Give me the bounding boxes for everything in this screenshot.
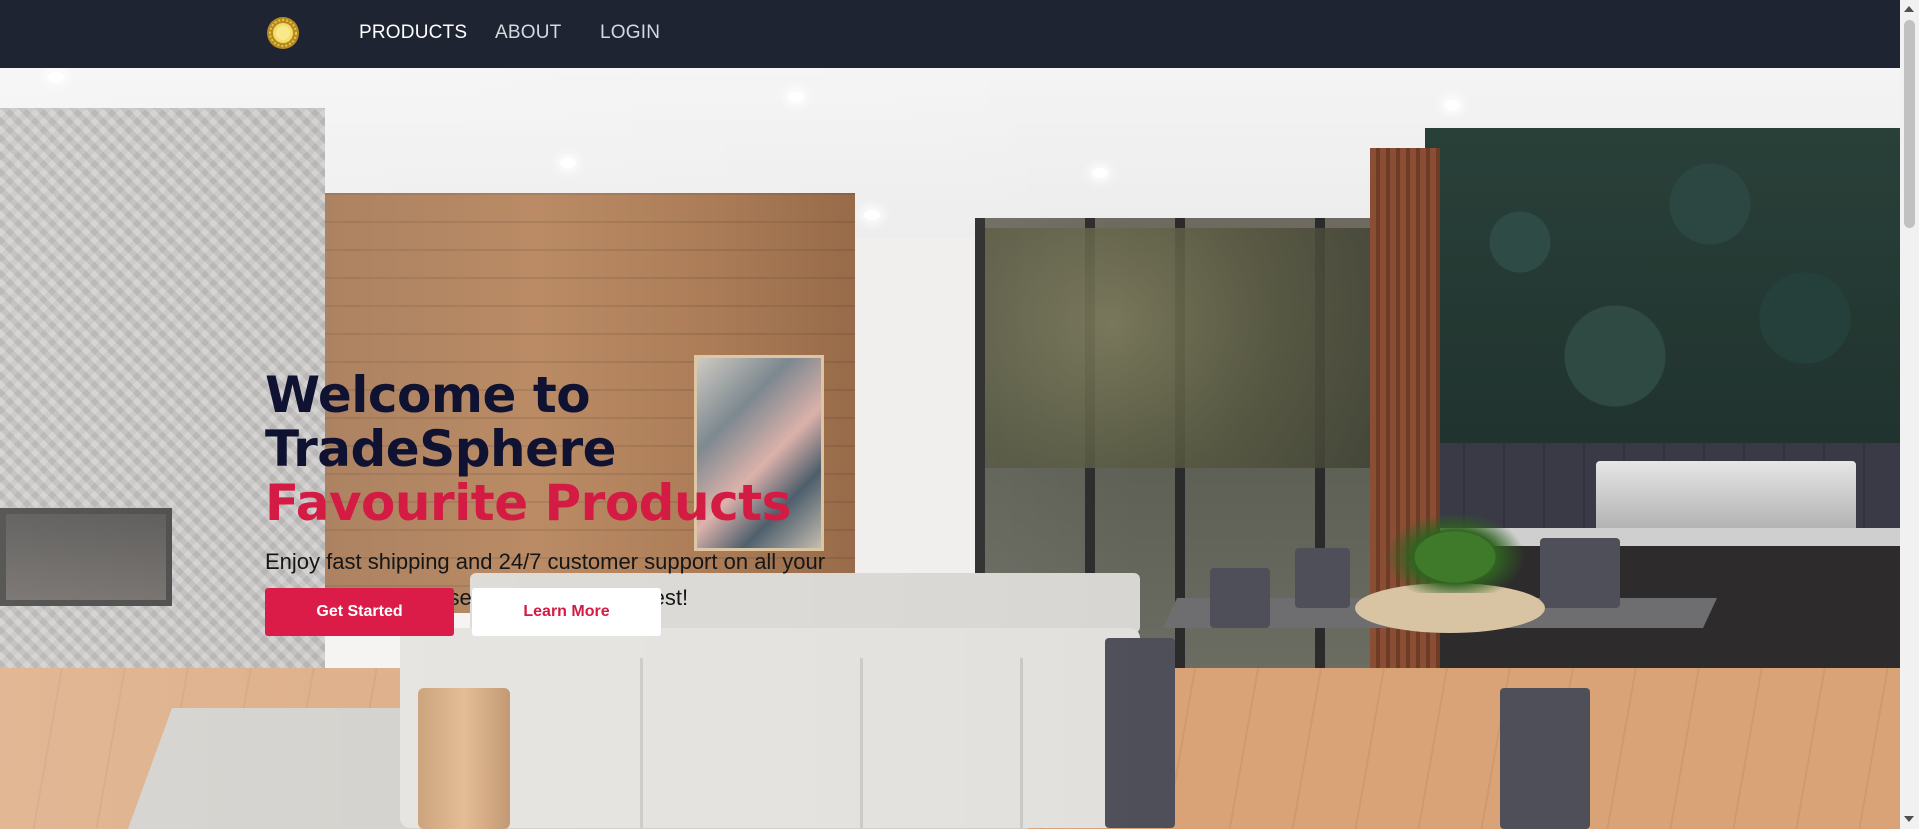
hero-text: Welcome to TradeSphere Favourite Product… — [265, 368, 965, 616]
nav-link-about[interactable]: ABOUT — [495, 22, 561, 44]
page-scrollbar[interactable] — [1900, 0, 1919, 829]
learn-more-button[interactable]: Learn More — [472, 588, 661, 636]
scroll-down-arrow-icon[interactable] — [1904, 816, 1914, 822]
hero-title-accent: Favourite Products — [265, 474, 791, 532]
hero-title-line-1: Welcome to — [265, 366, 591, 424]
nav-link-products[interactable]: PRODUCTS — [359, 22, 467, 44]
top-navbar: PRODUCTS ABOUT LOGIN — [0, 0, 1900, 68]
scroll-up-arrow-icon[interactable] — [1904, 6, 1914, 12]
scroll-thumb[interactable] — [1904, 20, 1915, 228]
logo-icon[interactable] — [266, 16, 300, 50]
nav-link-login[interactable]: LOGIN — [600, 22, 660, 44]
hero-title-line-2: TradeSphere — [265, 420, 617, 478]
hero-section: Welcome to TradeSphere Favourite Product… — [0, 68, 1900, 829]
get-started-button[interactable]: Get Started — [265, 588, 454, 636]
